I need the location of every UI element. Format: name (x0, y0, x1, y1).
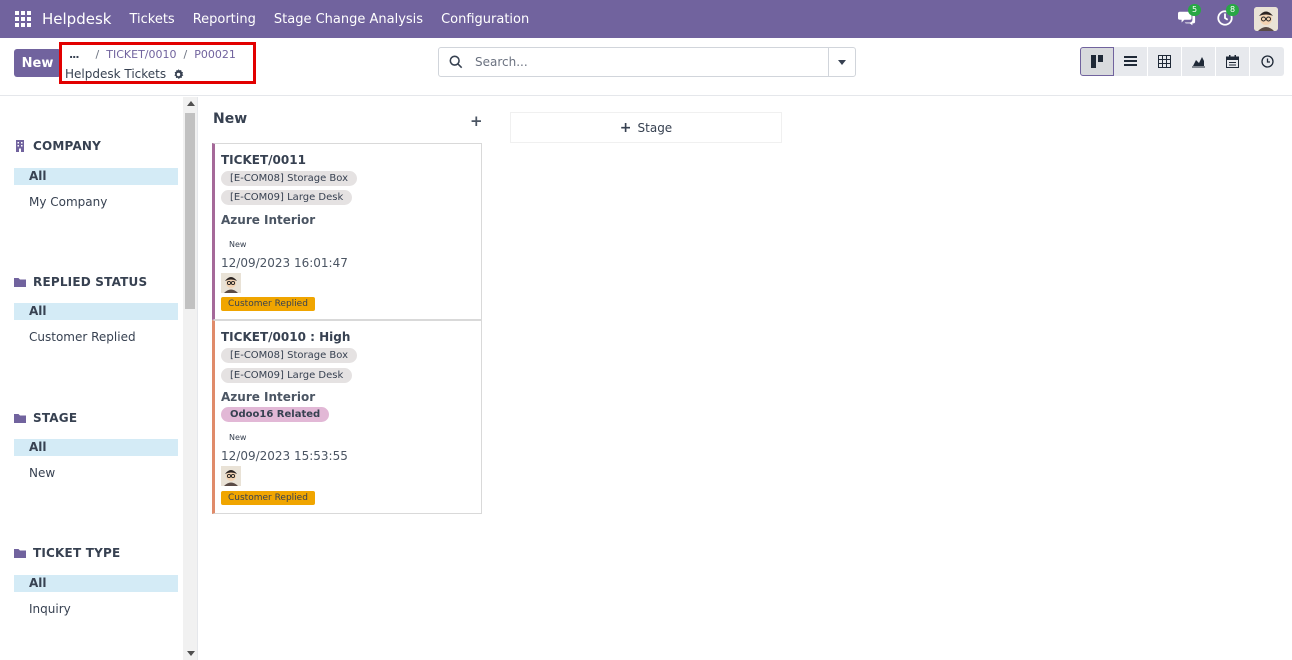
folder-icon (14, 278, 26, 287)
section-title: TICKET TYPE (33, 546, 121, 560)
menu-configuration[interactable]: Configuration (441, 12, 529, 27)
card-stage: New (229, 240, 247, 249)
quick-create-plus-icon[interactable]: + (470, 112, 483, 130)
card-date: 12/09/2023 16:01:47 (221, 256, 348, 270)
main-menu: Tickets Reporting Stage Change Analysis … (129, 12, 547, 27)
search-bar (438, 47, 856, 77)
card-date: 12/09/2023 15:53:55 (221, 449, 348, 463)
breadcrumb-separator: / (183, 48, 188, 61)
list-icon (1124, 56, 1137, 66)
menu-tickets[interactable]: Tickets (129, 12, 174, 27)
facet-company-all[interactable]: All (14, 168, 178, 185)
section-replied-status: REPLIED STATUS (14, 275, 147, 289)
product-tag: [E-COM09] Large Desk (221, 190, 353, 205)
chevron-down-icon (838, 59, 846, 65)
scroll-down-arrow[interactable] (187, 651, 195, 656)
avatar-face-icon (221, 273, 241, 293)
scroll-up-arrow[interactable] (187, 101, 195, 106)
menu-reporting[interactable]: Reporting (193, 12, 256, 27)
section-title: STAGE (33, 411, 78, 425)
facet-company-my-company[interactable]: My Company (14, 194, 178, 211)
breadcrumb: ... / TICKET/0010 / P00021 Helpdesk Tick… (59, 42, 256, 84)
kanban-icon (1090, 55, 1103, 68)
view-pivot-button[interactable] (1148, 47, 1182, 76)
facet-ticket-type-inquiry[interactable]: Inquiry (14, 601, 178, 618)
avatar (221, 466, 241, 486)
breadcrumb-separator: / (95, 48, 100, 61)
search-panel: COMPANY All My Company REPLIED STATUS Al… (0, 97, 183, 660)
control-panel: New ... / TICKET/0010 / P00021 Helpdesk … (0, 38, 1292, 96)
messages-count-badge: 5 (1188, 4, 1202, 16)
view-switcher (1080, 47, 1284, 76)
calendar-icon (1226, 55, 1239, 68)
top-navbar: Helpdesk Tickets Reporting Stage Change … (0, 0, 1292, 38)
search-input[interactable] (475, 55, 815, 69)
card-stage: New (229, 433, 247, 442)
scroll-thumb[interactable] (185, 113, 195, 309)
plus-icon: + (619, 119, 632, 136)
gear-icon[interactable] (173, 68, 184, 80)
breadcrumb-path: ... / TICKET/0010 / P00021 (69, 48, 236, 61)
card-title: TICKET/0010 : High (221, 330, 351, 344)
product-tag: [E-COM09] Large Desk (221, 368, 353, 383)
section-ticket-type: TICKET TYPE (14, 546, 120, 560)
status-badge: Customer Replied (221, 491, 315, 505)
facet-ticket-type-all[interactable]: All (14, 575, 178, 592)
user-avatar[interactable] (1254, 7, 1278, 31)
pivot-icon (1158, 55, 1171, 68)
facet-replied-all[interactable]: All (14, 303, 178, 320)
add-stage-button[interactable]: + Stage (511, 113, 781, 142)
activities-count-badge: 8 (1226, 4, 1240, 16)
activities-button[interactable]: 8 (1216, 4, 1240, 29)
breadcrumb-current: Helpdesk Tickets (65, 67, 184, 81)
facet-replied-customer-replied[interactable]: Customer Replied (14, 329, 178, 346)
folder-icon (14, 414, 26, 423)
search-icon (449, 55, 463, 69)
sidebar-scrollbar[interactable] (183, 97, 198, 660)
facet-stage-new[interactable]: New (14, 465, 178, 482)
avatar-face-icon (221, 466, 241, 486)
card-title: TICKET/0011 (221, 153, 306, 167)
facet-stage-all[interactable]: All (14, 439, 178, 456)
view-calendar-button[interactable] (1216, 47, 1250, 76)
folder-icon (14, 549, 26, 558)
breadcrumb-item-ticket[interactable]: TICKET/0010 (106, 48, 176, 61)
kanban-column-title: New (213, 111, 248, 127)
systray: 5 8 (1178, 0, 1292, 38)
page-title: Helpdesk Tickets (65, 67, 167, 81)
search-options-toggle[interactable] (828, 48, 855, 76)
apps-menu-icon[interactable] (15, 11, 31, 27)
section-title: COMPANY (33, 139, 102, 153)
building-icon (16, 140, 24, 152)
menu-stage-change-analysis[interactable]: Stage Change Analysis (274, 12, 423, 27)
messages-button[interactable]: 5 (1178, 4, 1202, 29)
activity-icon (1260, 55, 1274, 68)
product-tag: [E-COM08] Storage Box (221, 171, 358, 186)
view-list-button[interactable] (1114, 47, 1148, 76)
status-badge: Customer Replied (221, 297, 315, 311)
card-partner: Azure Interior (221, 390, 316, 404)
section-company: COMPANY (14, 139, 101, 153)
label-tag: Odoo16 Related (221, 407, 330, 422)
card-partner: Azure Interior (221, 213, 316, 227)
view-activity-button[interactable] (1250, 47, 1284, 76)
product-tag: [E-COM08] Storage Box (221, 348, 358, 363)
section-stage: STAGE (14, 411, 77, 425)
add-stage-label: Stage (637, 120, 673, 135)
avatar-face-icon (1254, 7, 1278, 31)
kanban-card[interactable]: TICKET/0011 [E-COM08] Storage Box [E-COM… (212, 143, 482, 320)
view-kanban-button[interactable] (1080, 47, 1114, 76)
view-graph-button[interactable] (1182, 47, 1216, 76)
app-brand[interactable]: Helpdesk (42, 10, 111, 28)
breadcrumb-item-task[interactable]: P00021 (194, 48, 236, 61)
section-title: REPLIED STATUS (33, 275, 148, 289)
new-button[interactable]: New (14, 49, 61, 77)
kanban-card[interactable]: TICKET/0010 : High [E-COM08] Storage Box… (212, 320, 482, 514)
breadcrumb-more[interactable]: ... (69, 48, 80, 61)
avatar (221, 273, 241, 293)
graph-icon (1192, 57, 1205, 68)
